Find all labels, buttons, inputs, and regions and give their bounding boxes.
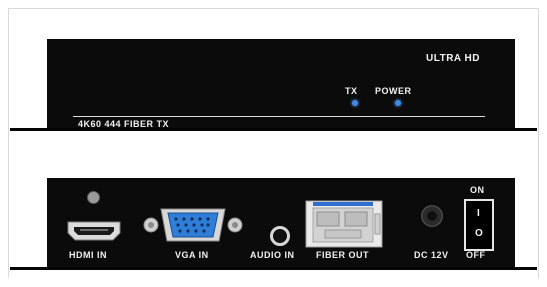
- frame-left-border: [8, 8, 9, 278]
- audio-in-label: AUDIO IN: [250, 250, 295, 260]
- rear-panel-flange: [10, 267, 537, 270]
- model-divider: [73, 116, 485, 117]
- power-led: [395, 100, 401, 106]
- switch-off-mark: O: [475, 228, 483, 239]
- tx-label: TX: [345, 86, 358, 96]
- frame-right-border: [538, 8, 539, 278]
- hdmi-port-icon[interactable]: [66, 220, 122, 242]
- switch-off-label: OFF: [466, 250, 486, 260]
- frame-top-border: [8, 8, 539, 9]
- vga-port-icon[interactable]: [143, 206, 243, 244]
- dc-power-jack-icon[interactable]: [421, 205, 443, 227]
- hdmi-in-label: HDMI IN: [69, 250, 107, 260]
- brand-label: ULTRA HD: [426, 53, 480, 64]
- tx-led: [352, 100, 358, 106]
- audio-jack-icon[interactable]: [270, 226, 290, 246]
- power-switch[interactable]: I O: [464, 199, 494, 251]
- dc-12v-label: DC 12V: [414, 250, 449, 260]
- model-label: 4K60 444 FIBER TX: [78, 119, 170, 129]
- fiber-out-label: FIBER OUT: [316, 250, 369, 260]
- switch-on-label: ON: [470, 185, 485, 195]
- power-label: POWER: [375, 86, 412, 96]
- fiber-port-icon[interactable]: [305, 200, 383, 248]
- switch-on-mark: I: [477, 208, 480, 219]
- vga-in-label: VGA IN: [175, 250, 209, 260]
- hdmi-screw-icon: [87, 191, 100, 204]
